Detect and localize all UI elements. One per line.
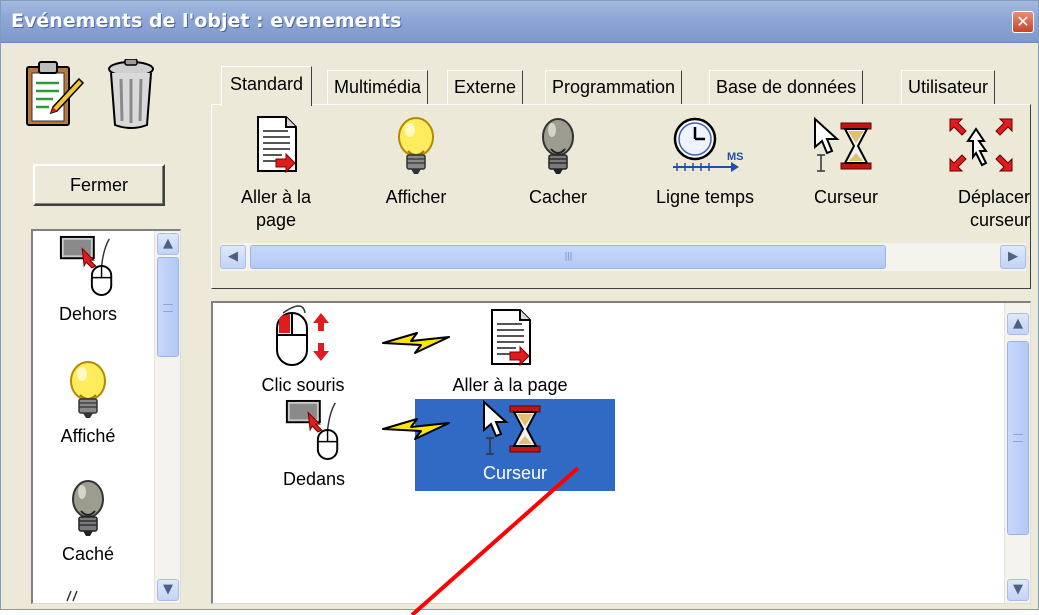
node-aller-a-la-page[interactable]: Aller à la page	[435, 307, 585, 396]
tools-scrollbar[interactable]: ◀ III ▶	[220, 243, 1026, 271]
canvas-scrollbar[interactable]: ▲ ▼	[1004, 303, 1030, 603]
scroll-up-arrow-icon[interactable]: ▲	[1007, 313, 1029, 335]
tab-programmation[interactable]: Programmation	[545, 70, 683, 104]
scroll-left-arrow-icon[interactable]: ◀	[220, 245, 246, 269]
event-list[interactable]: Dehors Affiché Caché ▲ ▼	[31, 229, 181, 604]
close-icon: ✕	[1016, 12, 1030, 31]
lightbulb-on-icon	[396, 115, 436, 175]
tool-aller-a-la-page[interactable]: Aller à la page	[226, 115, 326, 232]
tab-utilisateur[interactable]: Utilisateur	[901, 70, 996, 104]
mouse-out-icon	[58, 235, 118, 297]
tab-base-de-donnees[interactable]: Base de données	[709, 70, 864, 104]
list-item-affiche[interactable]: Affiché	[33, 359, 143, 447]
node-clic-souris[interactable]: Clic souris	[243, 305, 363, 396]
left-action-icons	[23, 59, 163, 131]
tool-ligne-temps[interactable]: Ligne temps	[640, 115, 770, 209]
lightbulb-off-icon	[68, 477, 108, 537]
list-item-cache[interactable]: Caché	[33, 477, 143, 565]
event-list-scrollbar[interactable]: ▲ ▼	[154, 231, 180, 603]
scroll-grip-icon	[1013, 434, 1023, 442]
node-label: Curseur	[482, 463, 548, 483]
trash-icon[interactable]	[103, 59, 159, 131]
mouse-click-icon	[273, 305, 333, 369]
list-item-label: Affiché	[60, 426, 116, 446]
node-label: Dedans	[282, 469, 346, 489]
node-dedans[interactable]: Dedans	[269, 399, 359, 490]
close-window-button[interactable]: ✕	[1012, 11, 1034, 33]
scroll-up-arrow-icon[interactable]: ▲	[157, 233, 179, 255]
move-cursor-icon	[946, 115, 1016, 175]
cursor-hourglass-icon	[480, 399, 550, 457]
tab-panel-standard: Aller à la page Afficher Cacher Ligne tem…	[211, 104, 1031, 289]
goto-page-icon	[252, 115, 300, 175]
tool-label: Afficher	[385, 187, 447, 207]
lightbulb-off-icon	[538, 115, 578, 175]
event-canvas[interactable]: Clic souris Aller à la page Dedans Curse…	[211, 301, 1031, 604]
node-label: Aller à la page	[452, 375, 568, 395]
tool-label: Cacher	[528, 187, 588, 207]
list-item-label: Dehors	[58, 304, 118, 324]
scroll-down-arrow-icon[interactable]: ▼	[1007, 579, 1029, 601]
tab-standard[interactable]: Standard	[221, 66, 313, 106]
partial-item-icon	[66, 590, 78, 602]
clipboard-edit-icon[interactable]	[23, 59, 85, 129]
timeline-clock-icon	[665, 115, 745, 175]
lightning-link-icon	[381, 413, 451, 443]
node-curseur[interactable]: Curseur	[465, 399, 565, 484]
cursor-hourglass-icon	[811, 115, 881, 175]
tool-curseur[interactable]: Curseur	[796, 115, 896, 209]
scroll-right-arrow-icon[interactable]: ▶	[1000, 245, 1026, 269]
lightbulb-on-icon	[68, 359, 108, 419]
close-button[interactable]: Fermer	[33, 164, 165, 206]
list-item-dehors[interactable]: Dehors	[33, 235, 143, 325]
list-item-label: Caché	[61, 544, 115, 564]
tool-afficher[interactable]: Afficher	[366, 115, 466, 209]
scroll-thumb[interactable]: III	[250, 245, 886, 269]
tab-multimedia[interactable]: Multimédia	[327, 70, 429, 104]
event-list-items: Dehors Affiché Caché	[33, 231, 143, 603]
tool-deplacer-curseur[interactable]: Déplacer curseur	[926, 115, 1030, 232]
scroll-thumb[interactable]	[1007, 341, 1029, 535]
scroll-grip-icon	[163, 304, 173, 312]
tab-externe[interactable]: Externe	[447, 70, 524, 104]
title-bar[interactable]: Evénements de l'objet : evenements ✕	[1, 1, 1038, 43]
tool-label: Aller à la page	[240, 187, 312, 230]
scroll-down-arrow-icon[interactable]: ▼	[157, 579, 179, 601]
window-title: Evénements de l'objet : evenements	[11, 10, 402, 32]
tool-cacher[interactable]: Cacher	[508, 115, 608, 209]
scroll-thumb[interactable]	[157, 257, 179, 357]
mouse-in-icon	[284, 399, 344, 461]
tool-label: Ligne temps	[655, 187, 755, 207]
event-editor-window: Evénements de l'objet : evenements ✕ Fer…	[0, 0, 1039, 610]
goto-page-icon	[486, 307, 534, 369]
tool-label: Déplacer curseur	[957, 187, 1030, 230]
node-label: Clic souris	[261, 375, 345, 395]
tool-label: Curseur	[813, 187, 879, 207]
